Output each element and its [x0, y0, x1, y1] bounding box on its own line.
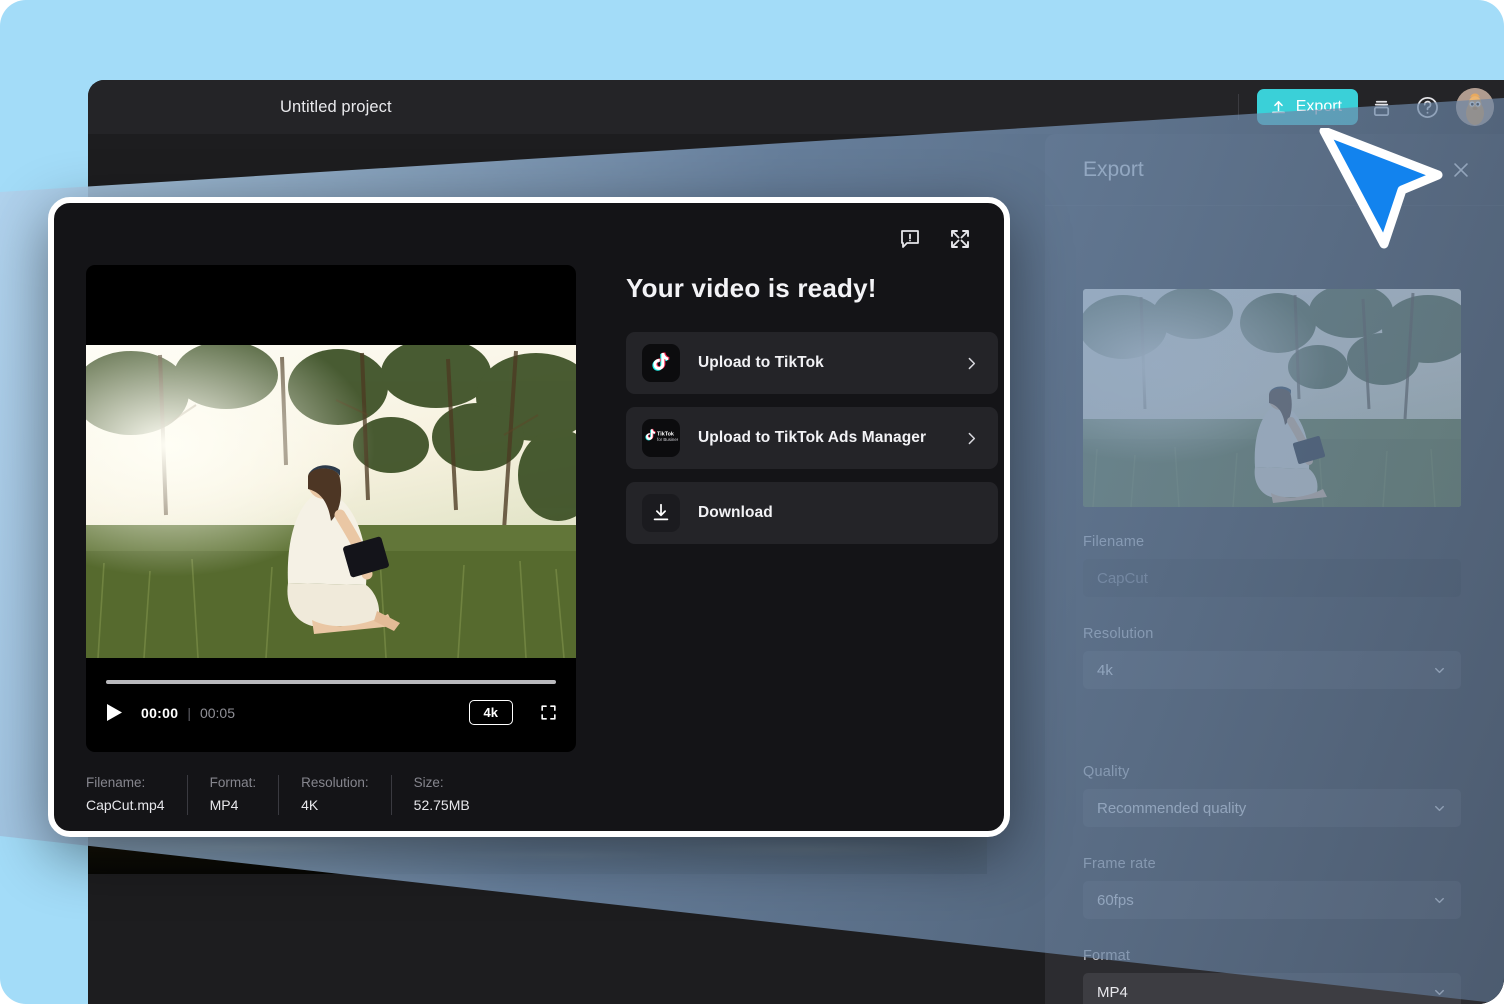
meta-divider [390, 775, 392, 815]
player-controls-row: 00:00 | 00:05 4k [106, 700, 558, 725]
framerate-field-group: Frame rate 60fps [1083, 856, 1461, 919]
format-select[interactable]: MP4 [1083, 973, 1461, 1004]
chevron-down-icon [1432, 985, 1447, 1000]
format-field-group: Format MP4 [1083, 948, 1461, 1004]
video-ready-modal: 00:00 | 00:05 4k Filename: CapCut.mp4 Fo… [48, 197, 1010, 837]
meta-value: 4K [301, 797, 319, 813]
quality-select[interactable]: Recommended quality [1083, 789, 1461, 827]
header-actions: Export [1237, 80, 1494, 134]
export-panel-header: Export [1045, 134, 1504, 206]
tiktok-business-icon: TikTok for Business [642, 419, 680, 457]
resolution-select[interactable]: 4k [1083, 651, 1461, 689]
meta-size: Size: 52.75MB [414, 775, 470, 813]
action-label: Download [698, 504, 773, 521]
chevron-down-icon [1432, 801, 1447, 816]
meta-key: Size: [413, 775, 444, 790]
time-current: 00:00 [141, 704, 179, 721]
app-header: Untitled project Export [88, 80, 1504, 134]
avatar[interactable] [1456, 88, 1494, 126]
framerate-label: Frame rate [1083, 856, 1156, 872]
page-root: Untitled project Export Export Filename … [0, 0, 1504, 1004]
progress-bar[interactable] [106, 680, 556, 684]
resolution-label: Resolution [1083, 626, 1154, 642]
meta-divider [278, 775, 280, 815]
upload-to-tiktok-ads-manager-button[interactable]: TikTok for Business Upload to TikTok Ads… [626, 407, 998, 469]
export-button[interactable]: Export [1256, 89, 1358, 125]
export-panel: Export Filename CapCut Resolution 4k Qua… [1045, 134, 1504, 1004]
resolution-value: 4k [1097, 661, 1113, 679]
video-preview-card: 00:00 | 00:05 4k [86, 265, 576, 752]
quality-field-group: Quality Recommended quality [1083, 764, 1461, 827]
export-preview-thumbnail [1083, 289, 1461, 507]
meta-key: Filename: [86, 775, 146, 790]
tiktok-icon [642, 344, 680, 382]
help-circle-icon[interactable] [1404, 84, 1450, 130]
download-icon [642, 494, 680, 532]
filename-field-group: Filename CapCut [1083, 534, 1461, 597]
filename-input[interactable]: CapCut [1083, 559, 1461, 597]
upload-to-tiktok-button[interactable]: Upload to TikTok [626, 332, 998, 394]
export-panel-title: Export [1083, 157, 1144, 181]
chevron-right-icon [963, 355, 980, 372]
close-icon[interactable] [1446, 155, 1476, 185]
action-label: Upload to TikTok [698, 354, 824, 371]
meta-key: Format: [209, 775, 257, 790]
meta-format: Format: MP4 [210, 775, 257, 813]
format-value: MP4 [1097, 983, 1128, 1001]
meta-value: 52.75MB [413, 797, 470, 813]
preview-video-strip [88, 836, 987, 874]
chevron-down-icon [1432, 663, 1447, 678]
download-button[interactable]: Download [626, 482, 998, 544]
meta-key: Resolution: [301, 775, 369, 790]
meta-filename: Filename: CapCut.mp4 [86, 775, 165, 813]
modal-toolbar [898, 227, 972, 251]
framerate-value: 60fps [1097, 891, 1134, 909]
meta-value: CapCut.mp4 [86, 797, 165, 813]
chevron-down-icon [1432, 893, 1447, 908]
meta-value: MP4 [209, 797, 239, 813]
export-button-label: Export [1295, 98, 1342, 115]
export-metadata-row: Filename: CapCut.mp4 Format: MP4 Resolut… [86, 775, 606, 815]
time-total: 00:05 [199, 704, 235, 721]
layers-icon[interactable] [1358, 84, 1404, 130]
svg-text:for Business: for Business [657, 437, 678, 442]
filename-label: Filename [1083, 534, 1145, 550]
upload-icon [1270, 99, 1287, 116]
video-player-controls: 00:00 | 00:05 4k [86, 658, 576, 752]
filename-value: CapCut [1097, 569, 1148, 587]
quality-value: Recommended quality [1097, 799, 1247, 817]
fullscreen-icon[interactable] [539, 703, 558, 722]
modal-title: Your video is ready! [626, 273, 877, 303]
modal-actions-column: Your video is ready! Upload to TikTok Ti… [626, 265, 998, 557]
time-separator: | [187, 704, 191, 721]
play-icon[interactable] [106, 703, 123, 722]
resolution-field-group: Resolution 4k [1083, 626, 1461, 689]
framerate-select[interactable]: 60fps [1083, 881, 1461, 919]
action-label: Upload to TikTok Ads Manager [698, 429, 927, 446]
meta-resolution: Resolution: 4K [301, 775, 369, 813]
meta-divider [186, 775, 188, 815]
header-divider [1237, 94, 1239, 120]
feedback-icon[interactable] [898, 227, 922, 251]
format-label: Format [1083, 948, 1131, 964]
collapse-icon[interactable] [948, 227, 972, 251]
quality-label: Quality [1083, 764, 1130, 780]
chevron-right-icon [963, 430, 980, 447]
quality-badge[interactable]: 4k [468, 700, 513, 725]
video-frame [86, 345, 576, 658]
page-title: Untitled project [280, 97, 392, 116]
